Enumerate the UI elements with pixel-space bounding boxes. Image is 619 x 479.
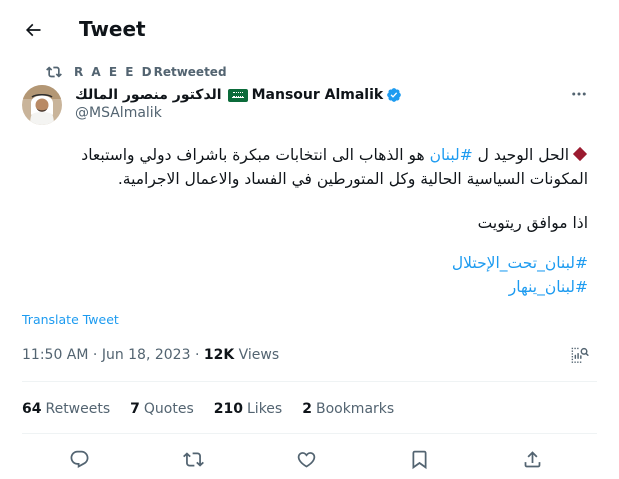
quotes-stat[interactable]: 7 Quotes <box>130 401 194 417</box>
like-button[interactable] <box>294 447 318 471</box>
tweet-text-lead: الحل الوحيد ل <box>472 146 569 164</box>
author-handle[interactable]: @MSAlmalik <box>75 105 162 121</box>
author-arabic-name: الدكتور منصور المالك <box>75 87 222 103</box>
divider <box>22 381 597 382</box>
author-latin-name: Mansour Almalik <box>251 87 384 103</box>
views-label: Views <box>238 347 280 363</box>
likes-label: Likes <box>247 401 283 417</box>
page-title: Tweet <box>79 17 146 41</box>
retweeter-name: R A E E D <box>74 65 154 79</box>
share-button[interactable] <box>520 447 544 471</box>
tweet-text-rest: هو الذهاب الى انتخابات مبكرة باشراف دولي… <box>81 146 430 164</box>
bookmark-button[interactable] <box>407 447 431 471</box>
tweet-date[interactable]: Jun 18, 2023 <box>102 347 191 363</box>
likes-stat[interactable]: 210 Likes <box>214 401 282 417</box>
tweet-line-2: المكونات السياسية الحالية وكل المتورطين … <box>117 170 588 188</box>
bookmark-icon <box>412 450 426 469</box>
bookmarks-stat[interactable]: 2 Bookmarks <box>302 401 394 417</box>
bookmarks-label: Bookmarks <box>315 401 395 417</box>
divider <box>22 433 597 434</box>
more-button[interactable] <box>566 83 592 105</box>
analytics-button[interactable] <box>568 345 590 367</box>
analytics-icon <box>571 347 589 363</box>
share-icon <box>524 450 540 467</box>
avatar-image <box>22 85 62 125</box>
more-dots-icon <box>572 92 586 96</box>
tweet-page: Tweet R A E E D Retweeted الدكتور منصور … <box>0 0 619 479</box>
saudi-flag-icon <box>227 88 248 102</box>
retweet-button[interactable] <box>181 447 205 471</box>
retweets-count: 64 <box>22 401 42 417</box>
hashtag-lebanon[interactable]: #لبنان <box>430 146 473 164</box>
back-button[interactable] <box>20 17 46 43</box>
retweets-stat[interactable]: 64 Retweets <box>22 401 110 417</box>
hashtag-collapsing[interactable]: #لبنان_ينهار <box>509 278 588 296</box>
tweet-meta: 11:50 AM · Jun 18, 2023 · 12K Views <box>22 347 280 363</box>
likes-count: 210 <box>213 401 243 417</box>
tweet-text: الحل الوحيد ل #لبنان هو الذهاب الى انتخا… <box>22 143 588 299</box>
heart-icon <box>297 451 315 468</box>
tweet-stats: 64 Retweets 7 Quotes 210 Likes 2 Bookmarks <box>22 399 414 419</box>
arrow-left-icon <box>25 23 41 37</box>
reply-icon <box>70 450 88 468</box>
author-name[interactable]: الدكتور منصور المالك Mansour Almalik <box>75 85 402 105</box>
tweet-time[interactable]: 11:50 AM <box>22 347 88 363</box>
quotes-count: 7 <box>130 401 140 417</box>
retweet-label: Retweeted <box>153 65 227 79</box>
retweet-icon <box>182 451 204 467</box>
quotes-label: Quotes <box>143 401 194 417</box>
avatar[interactable] <box>22 85 62 125</box>
red-diamond-icon <box>572 146 588 162</box>
header: Tweet <box>0 0 619 58</box>
retweets-label: Retweets <box>45 401 111 417</box>
bookmarks-count: 2 <box>302 401 312 417</box>
verified-badge-icon <box>387 88 402 102</box>
views-count: 12K <box>203 347 235 363</box>
retweet-icon <box>46 66 62 78</box>
reply-button[interactable] <box>67 447 91 471</box>
tweet-line-1: الحل الوحيد ل #لبنان هو الذهاب الى انتخا… <box>22 143 588 167</box>
retweeted-by[interactable]: R A E E D Retweeted <box>46 62 227 82</box>
translate-tweet-link[interactable]: Translate Tweet <box>22 312 119 327</box>
tweet-line-3: اذا موافق ريتويت <box>477 214 588 232</box>
hashtag-occupation[interactable]: #لبنان_تحت_الإحتلال <box>452 254 588 272</box>
